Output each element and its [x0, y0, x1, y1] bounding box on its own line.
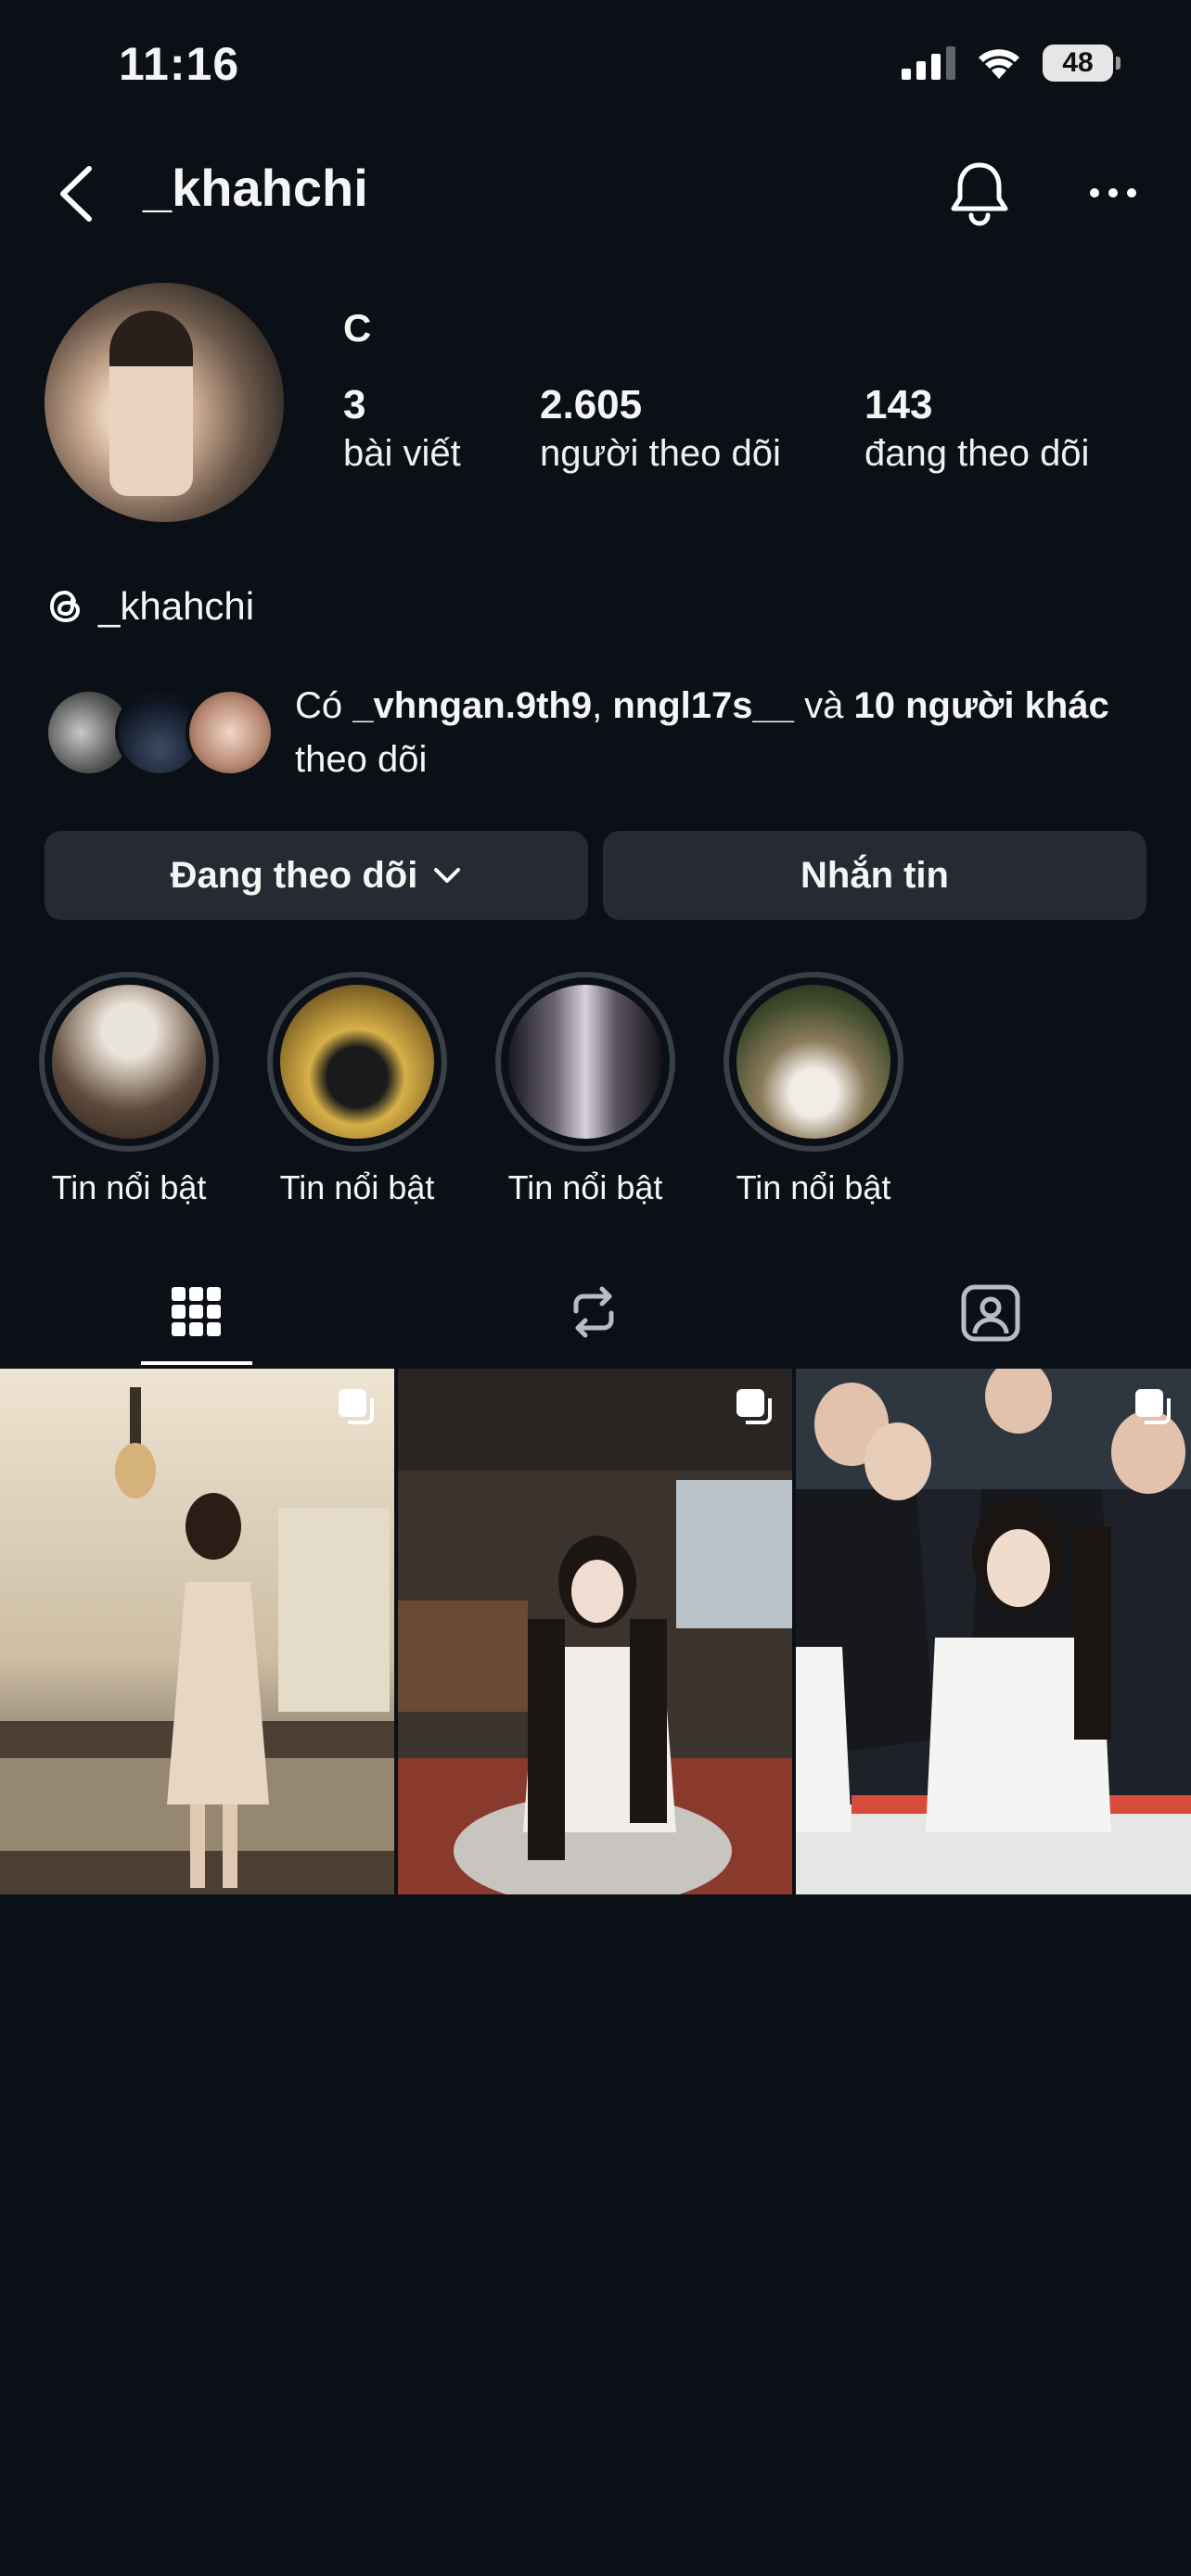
- highlight-cover: [736, 985, 890, 1139]
- stat-followers[interactable]: 2.605 người theo dõi: [540, 380, 781, 477]
- highlight-label: Tin nổi bật: [507, 1168, 663, 1206]
- cellular-signal-icon: [902, 46, 955, 80]
- message-button[interactable]: Nhắn tin: [603, 831, 1146, 920]
- avatar[interactable]: [45, 283, 284, 522]
- reposts-icon: [573, 1286, 614, 1338]
- tab-reposts[interactable]: [538, 1261, 649, 1363]
- highlight-cover: [52, 985, 206, 1139]
- mutual-followers-avatars[interactable]: [45, 688, 276, 777]
- stat-posts-value: 3: [343, 382, 366, 427]
- mutual-followers-text[interactable]: Có _vhngan.9th9, nngl17s__ và 10 người k…: [295, 679, 1130, 786]
- active-tab-indicator: [141, 1361, 252, 1365]
- highlight-label: Tin nổi bật: [51, 1168, 207, 1206]
- post-thumbnail[interactable]: [796, 1369, 1191, 1894]
- mutual-avatar-3: [186, 688, 275, 777]
- tagged-icon: [961, 1284, 1020, 1342]
- tab-grid[interactable]: [141, 1261, 252, 1363]
- highlight-item[interactable]: Tin nổi bật: [495, 972, 675, 1207]
- stat-posts[interactable]: 3 bài viết: [343, 380, 461, 477]
- followed-user-1[interactable]: _vhngan.9th9: [352, 685, 592, 726]
- stat-followers-label: người theo dõi: [540, 433, 781, 474]
- followed-user-2[interactable]: nngl17s__: [612, 685, 794, 726]
- stat-following-label: đang theo dõi: [864, 433, 1090, 474]
- multiple-posts-icon: [339, 1389, 374, 1424]
- status-bar: 11:16 48: [0, 0, 1191, 139]
- grid-icon: [172, 1287, 221, 1336]
- status-time: 11:16: [119, 38, 240, 90]
- highlight-label: Tin nổi bật: [736, 1168, 891, 1206]
- highlight-item[interactable]: Tin nổi bật: [724, 972, 903, 1207]
- profile-page: 11:16 48 _khahchi C 3 bài viết 2.605 ngư…: [0, 0, 1191, 2576]
- highlight-ring: [267, 972, 447, 1152]
- tab-tagged[interactable]: [935, 1261, 1046, 1363]
- wifi-icon: [979, 49, 1019, 79]
- chevron-down-icon: [434, 868, 461, 883]
- display-name: C: [343, 306, 372, 350]
- stat-following-value: 143: [864, 382, 933, 427]
- followed-sep: ,: [592, 685, 613, 726]
- bell-icon[interactable]: [944, 158, 1015, 228]
- followed-others: 10 người khác: [853, 685, 1109, 726]
- stat-followers-value: 2.605: [540, 382, 643, 427]
- post-thumbnail[interactable]: [0, 1369, 394, 1894]
- multiple-posts-icon: [1135, 1389, 1171, 1424]
- multiple-posts-icon: [736, 1389, 772, 1424]
- highlight-ring: [39, 972, 219, 1152]
- threads-handle: _khahchi: [98, 584, 255, 628]
- post-thumbnail[interactable]: [398, 1369, 792, 1894]
- back-arrow-icon[interactable]: [52, 161, 108, 226]
- threads-link[interactable]: _khahchi: [46, 584, 254, 629]
- following-button[interactable]: Đang theo dõi: [45, 831, 588, 920]
- threads-icon: [49, 590, 81, 623]
- profile-header: _khahchi: [0, 139, 1191, 250]
- highlight-ring: [724, 972, 903, 1152]
- more-options-icon[interactable]: [1087, 167, 1139, 219]
- highlight-item[interactable]: Tin nổi bật: [39, 972, 219, 1207]
- header-username: _khahchi: [143, 159, 368, 217]
- message-button-label: Nhắn tin: [800, 854, 949, 896]
- followed-suffix: theo dõi: [295, 739, 428, 780]
- following-button-label: Đang theo dõi: [170, 854, 418, 896]
- post-image: [796, 1369, 1191, 1894]
- highlight-cover: [508, 985, 662, 1139]
- highlight-label: Tin nổi bật: [279, 1168, 435, 1206]
- followed-prefix: Có: [295, 685, 353, 726]
- post-image: [0, 1369, 394, 1894]
- post-image: [398, 1369, 792, 1894]
- highlight-item[interactable]: Tin nổi bật: [267, 972, 447, 1207]
- stat-following[interactable]: 143 đang theo dõi: [864, 380, 1089, 477]
- highlight-cover: [280, 985, 434, 1139]
- status-icons: 48: [902, 45, 1121, 82]
- highlight-ring: [495, 972, 675, 1152]
- stat-posts-label: bài viết: [343, 433, 461, 474]
- avatar-figure: [109, 311, 193, 496]
- battery-icon: 48: [1043, 45, 1121, 82]
- followed-and: và: [793, 685, 854, 726]
